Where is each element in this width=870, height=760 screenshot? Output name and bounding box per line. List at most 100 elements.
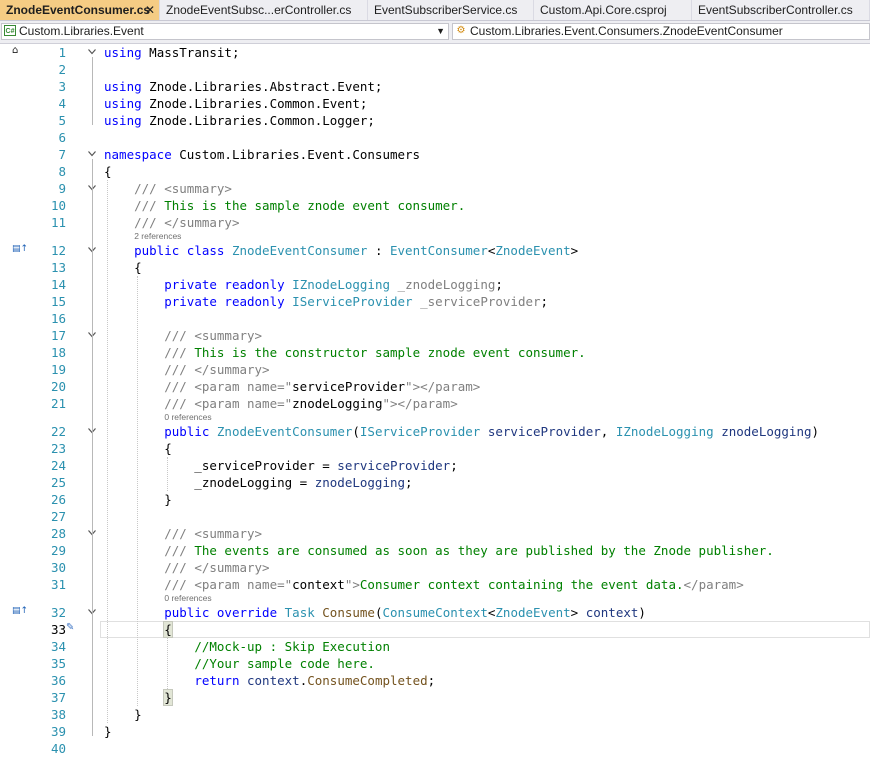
collapse-chevron-icon[interactable] (88, 151, 96, 157)
code-token: This is the constructor sample znode eve… (186, 345, 586, 360)
tab-custom-api-core-csproj[interactable]: Custom.Api.Core.csproj (534, 0, 692, 20)
code-line[interactable]: 7 namespace Custom.Libraries.Event.Consum… (0, 146, 870, 163)
code-line[interactable]: 36 return context.ConsumeCompleted; (0, 672, 870, 689)
quick-actions-brush-icon[interactable]: ✎ (66, 622, 74, 633)
code-token: ConsumeContext (382, 605, 488, 620)
code-token: public override (164, 605, 278, 620)
document-tab-bar: ZnodeEventConsumer.cs ✕ ZnodeEventSubsc.… (0, 0, 870, 21)
codelens-references[interactable]: 2 references (134, 231, 181, 241)
code-line[interactable]: 40 (0, 740, 870, 757)
code-token: context (292, 577, 345, 592)
codelens-references[interactable]: 0 references (164, 593, 211, 603)
line-number: 2 (58, 62, 66, 77)
code-line[interactable]: 26 } (0, 491, 870, 508)
code-line[interactable]: 30 /// </summary> (0, 559, 870, 576)
tab-znode-event-subscriber-controller[interactable]: ZnodeEventSubsc...erController.cs (160, 0, 368, 20)
csharp-project-icon: C# (4, 25, 16, 36)
code-line[interactable]: 25 _znodeLogging = znodeLogging; (0, 474, 870, 491)
code-line[interactable]: 23 { (0, 440, 870, 457)
line-number: 39 (50, 724, 66, 739)
code-line[interactable]: 32 ▤↑ public override Task Consume(Consum… (0, 604, 870, 621)
code-text: { (104, 259, 142, 276)
override-glyph-icon[interactable]: ▤↑ (12, 606, 28, 616)
code-line[interactable]: 12 ▤↑ public class ZnodeEventConsumer : E… (0, 242, 870, 259)
code-line[interactable]: 28 /// <summary> (0, 525, 870, 542)
code-line[interactable]: 1 using MassTransit; (0, 44, 870, 61)
indent-guide (107, 180, 108, 723)
code-token: //Mock-up : Skip Execution (194, 639, 390, 654)
line-number: 26 (50, 492, 66, 507)
code-text: using Znode.Libraries.Abstract.Event; (104, 78, 382, 95)
type-dropdown[interactable]: ⚙ Custom.Libraries.Event.Consumers.ZnodeE… (452, 23, 870, 40)
code-line[interactable]: 27 (0, 508, 870, 525)
code-token: /// <param name=" (164, 577, 293, 592)
current-line-highlight (100, 621, 870, 638)
code-line[interactable]: 14 private readonly IZnodeLogging _znode… (0, 276, 870, 293)
collapse-chevron-icon[interactable] (88, 49, 96, 55)
line-number: 16 (50, 311, 66, 326)
code-line[interactable]: 31 /// <param name="context">Consumer co… (0, 576, 870, 593)
code-line[interactable]: 4 using Znode.Libraries.Common.Event; (0, 95, 870, 112)
code-line[interactable]: 6 (0, 129, 870, 146)
code-line[interactable]: 35 //Your sample code here. (0, 655, 870, 672)
code-line[interactable]: 18 /// This is the constructor sample zn… (0, 344, 870, 361)
code-token: private readonly (164, 294, 285, 309)
code-token: serviceProvider (292, 379, 406, 394)
code-line[interactable]: 19 /// </summary> (0, 361, 870, 378)
code-token: Custom.Libraries.Event.Consumers (171, 147, 421, 162)
code-line[interactable]: 38 } (0, 706, 870, 723)
code-line[interactable]: 13 { (0, 259, 870, 276)
code-token: _znodeLogging = (104, 475, 315, 490)
code-line[interactable]: 20 /// <param name="serviceProvider"></p… (0, 378, 870, 395)
override-glyph-icon[interactable]: ▤↑ (12, 244, 28, 254)
code-token: IZnodeLogging (292, 277, 391, 292)
code-token: /// (164, 345, 187, 360)
code-token: } (163, 689, 173, 706)
code-line[interactable]: 24 _serviceProvider = serviceProvider; (0, 457, 870, 474)
code-editor[interactable]: ⌂ 1 using MassTransit; 2 3 using Znode.Libra… (0, 44, 870, 760)
line-number: 28 (50, 526, 66, 541)
code-line[interactable]: 22 public ZnodeEventConsumer(IServicePro… (0, 423, 870, 440)
line-number: 34 (50, 639, 66, 654)
code-line[interactable]: 5 using Znode.Libraries.Common.Logger; (0, 112, 870, 129)
code-line[interactable]: 10 /// This is the sample znode event co… (0, 197, 870, 214)
indent-guide (137, 276, 139, 706)
code-token: ZnodeEvent (495, 243, 571, 258)
code-line[interactable]: 21 /// <param name="znodeLogging"></para… (0, 395, 870, 412)
close-tab-icon[interactable]: ✕ (145, 0, 155, 20)
line-number: 3 (58, 79, 66, 94)
code-line[interactable]: 2 (0, 61, 870, 78)
code-line[interactable]: 33 ✎ { (0, 621, 870, 638)
code-token: ( (352, 424, 360, 439)
tab-event-subscriber-service[interactable]: EventSubscriberService.cs (368, 0, 534, 20)
tab-znode-event-consumer[interactable]: ZnodeEventConsumer.cs ✕ (0, 0, 160, 20)
code-text: } (104, 706, 142, 723)
code-token: , (600, 424, 616, 439)
code-line[interactable]: 9 /// <summary> (0, 180, 870, 197)
line-number: 40 (50, 741, 66, 756)
code-text: return context.ConsumeCompleted; (104, 672, 435, 689)
code-line[interactable]: 39} (0, 723, 870, 740)
code-line[interactable]: 15 private readonly IServiceProvider _se… (0, 293, 870, 310)
code-token: IServiceProvider (359, 424, 481, 439)
code-line[interactable]: 3 using Znode.Libraries.Abstract.Event; (0, 78, 870, 95)
code-line[interactable]: 29 /// The events are consumed as soon a… (0, 542, 870, 559)
code-text: { (104, 163, 112, 180)
line-number: 9 (58, 181, 66, 196)
code-text: /// </summary> (104, 361, 269, 378)
code-line[interactable]: 16 (0, 310, 870, 327)
code-line[interactable]: 17 /// <summary> (0, 327, 870, 344)
code-line[interactable]: 37 } (0, 689, 870, 706)
codelens-references[interactable]: 0 references (164, 412, 211, 422)
code-line[interactable]: 8{ (0, 163, 870, 180)
code-token: ; (540, 294, 549, 309)
code-line[interactable]: 11 /// </summary> (0, 214, 870, 231)
code-line[interactable]: 34 //Mock-up : Skip Execution (0, 638, 870, 655)
project-dropdown[interactable]: C# Custom.Libraries.Event ▼ (1, 23, 449, 40)
tab-event-subscriber-controller[interactable]: EventSubscriberController.cs (692, 0, 870, 20)
